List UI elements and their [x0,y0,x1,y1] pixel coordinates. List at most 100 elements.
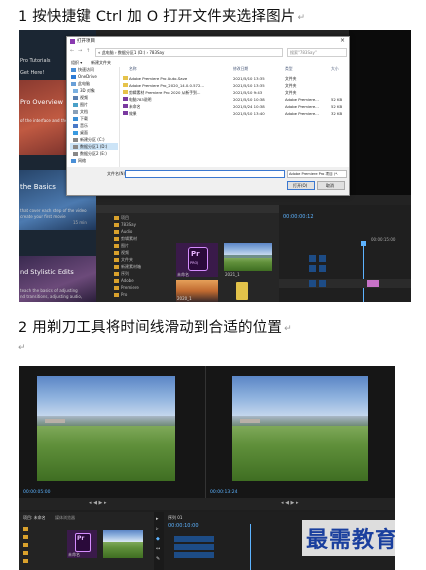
filename-input[interactable] [125,170,285,178]
screenshot-open-project: Pro Tutorials Get Here! Pro Overview of … [19,30,411,302]
clip[interactable] [367,280,379,287]
nav-item[interactable]: 音乐 [73,123,88,128]
file-row[interactable]: 效果 2021/5/10 13:40 Adobe Premiere... 32 … [123,111,353,117]
project-panel: 项目 783Say Audio 剪辑素材 图片 视频 文件夹 新建素材箱 序列 … [96,205,279,302]
tab-media[interactable]: 媒体浏览器 [55,515,75,521]
tab-sequence[interactable]: 序列 01 [168,515,182,521]
welcome-heading-1: Pro Overview [20,98,63,106]
pr-app-icon [70,39,75,44]
pr-icon: Pr PROJ [188,247,208,271]
file-icon [236,282,248,300]
slip-tool-icon[interactable]: ↔ [156,546,160,552]
forward-arrow-icon[interactable]: → [78,48,82,54]
transport-bar: ◂ ◀ ▶ ▸ ◂ ◀ ▶ ▸ [19,498,395,510]
column-headers: 名称 修改日期 类型 大小 [123,66,353,72]
open-project-dialog: 打开项目 × ← → ↑ « 此电脑 › 数据分区1 (D:) › 783Say… [66,36,350,196]
nav-item[interactable]: 此电脑 [71,81,90,86]
dialog-titlebar: 打开项目 × [67,37,349,46]
organize-menu[interactable]: 组织 ▾ [71,60,82,66]
welcome-duration: 15 min [73,220,87,225]
bin-list: 项目 783Say Audio 剪辑素材 图片 视频 文件夹 新建素材箱 序列 … [114,215,150,302]
col-name[interactable]: 名称 [129,66,137,72]
nav-item[interactable]: 下载 [73,116,88,121]
source-monitor: 00:00:05:00 [19,366,205,498]
welcome-text-7: nd transitions, adjusting audio, [20,294,83,299]
new-folder-button[interactable]: 新建文件夹 [91,60,111,66]
bin-list-2 [23,526,41,570]
track-header [174,536,214,542]
search-input[interactable]: 搜索"783Say" [287,48,347,57]
project-panel-2: 项目: 未命名 媒体浏览器 Pr 未命名 [19,512,154,570]
image-thumb-sunset[interactable]: 2020_1 [176,280,218,302]
playhead-handle[interactable] [361,241,366,246]
image-thumb-field[interactable]: 2021_1 [224,243,272,277]
playhead-2[interactable] [250,524,251,570]
file-row[interactable]: 未命名 2021/5/24 10:38 Adobe Premiere... 52… [123,104,353,110]
screenshot-razor-tool: 00:00:05:00 00:00:13:24 ◂ ◀ ▶ ▸ ◂ ◀ ▶ ▸ … [19,366,395,570]
tab-project[interactable]: 项目: 未命名 [23,515,46,521]
track-row [279,279,411,288]
image-thumb-field-2[interactable] [103,530,143,558]
up-arrow-icon[interactable]: ↑ [86,48,90,54]
file-row[interactable]: 电脑783说明 2021/5/10 10:38 Adobe Premiere..… [123,97,353,103]
pr-project-thumb-2[interactable]: Pr 未命名 [67,530,97,558]
nav-item[interactable]: 视频 [73,95,88,100]
step1-title: 1 按快捷键 Ctrl 加 O 打开文件夹选择图片 ↵ [18,9,306,25]
playhead[interactable] [363,245,364,302]
source-timecode: 00:00:05:00 [23,490,51,495]
welcome-text-5: create your first movie [20,214,66,219]
file-row[interactable]: Adobe Premiere Pro Auto-Save 2021/5/10 1… [123,76,353,82]
program-monitor-2: 00:00:13:24 [205,366,395,498]
nav-pane: 快速访问 OneDrive 此电脑 3D 对象 视频 图片 文档 下载 音乐 桌… [67,67,119,167]
col-type[interactable]: 类型 [285,66,293,72]
pr-project-thumb[interactable]: Pr PROJ 未命名 [176,243,218,277]
pen-tool-icon[interactable]: ✎ [156,556,160,562]
close-icon[interactable]: × [340,37,345,44]
nav-item[interactable]: 数据分区2 (E:) [73,151,107,156]
col-size[interactable]: 大小 [331,66,339,72]
nav-item[interactable]: 桌面 [73,130,88,135]
divider [119,67,120,167]
field-image-right [232,376,368,481]
breadcrumb[interactable]: « 此电脑 › 数据分区1 (D:) › 783Say [95,48,283,57]
nav-item[interactable]: 数据分区1 (D:) [73,144,107,149]
program-timecode: 00:00:13:24 [210,490,238,495]
selection-tool-icon[interactable]: ▸ [156,516,159,522]
watermark: 最需教育 [302,520,395,556]
nav-item[interactable]: 新建分区 (C:) [73,137,105,142]
filetype-select[interactable]: Adobe Premiere Pro 项目 (*. [287,170,347,178]
nav-item[interactable]: 图片 [73,102,88,107]
program-monitor [349,30,411,195]
welcome-text-4: that cover each step of the video [20,208,87,213]
dialog-footer: 文件名(N): Adobe Premiere Pro 项目 (*. 打开(O) … [67,167,349,195]
file-row[interactable]: 剪辑素材 Premiere Pro 2020 从新手到... 2021/5/10… [123,90,353,96]
track-header [174,544,214,550]
nav-item[interactable]: 3D 对象 [73,88,95,93]
pr-icon-2: Pr [75,533,91,552]
tool-strip: ▸ ▹ ◆ ↔ ✎ [154,512,164,570]
field-image-left [37,376,175,481]
nav-item[interactable]: 快速访问 [71,67,94,72]
empty-paragraph-mark: ↵ [18,343,26,353]
col-date[interactable]: 修改日期 [233,66,248,72]
open-button[interactable]: 打开(O) [287,181,315,190]
nav-item[interactable]: 网络 [71,158,86,163]
step2-title: 2 用剃刀工具将时间线滑动到合适的位置 ↵ [18,320,292,336]
track-select-icon[interactable]: ▹ [156,526,159,532]
razor-tool-icon[interactable]: ◆ [156,536,160,542]
welcome-heading-2: the Basics [20,183,56,191]
welcome-text-1: Pro Tutorials [20,58,51,64]
cancel-button[interactable]: 取消 [317,181,345,190]
filename-label: 文件名(N): [107,171,127,176]
project-panel-header [96,205,279,213]
nav-item[interactable]: OneDrive [71,74,97,79]
file-row[interactable]: Adobe Premiere Pro_2020_14.0.0.572... 20… [123,83,353,89]
timeline-timecode: 00:00:00:12 [283,214,314,220]
welcome-text-6: teach the basics of adjusting [20,288,78,293]
welcome-text-3: of the interface and the [20,118,68,123]
transport-icons-left[interactable]: ◂ ◀ ▶ ▸ [89,500,106,506]
back-arrow-icon[interactable]: ← [70,48,74,54]
transport-icons-right[interactable]: ◂ ◀ ▶ ▸ [281,500,298,506]
nav-item[interactable]: 文档 [73,109,88,114]
dialog-title: 打开项目 [77,39,95,44]
